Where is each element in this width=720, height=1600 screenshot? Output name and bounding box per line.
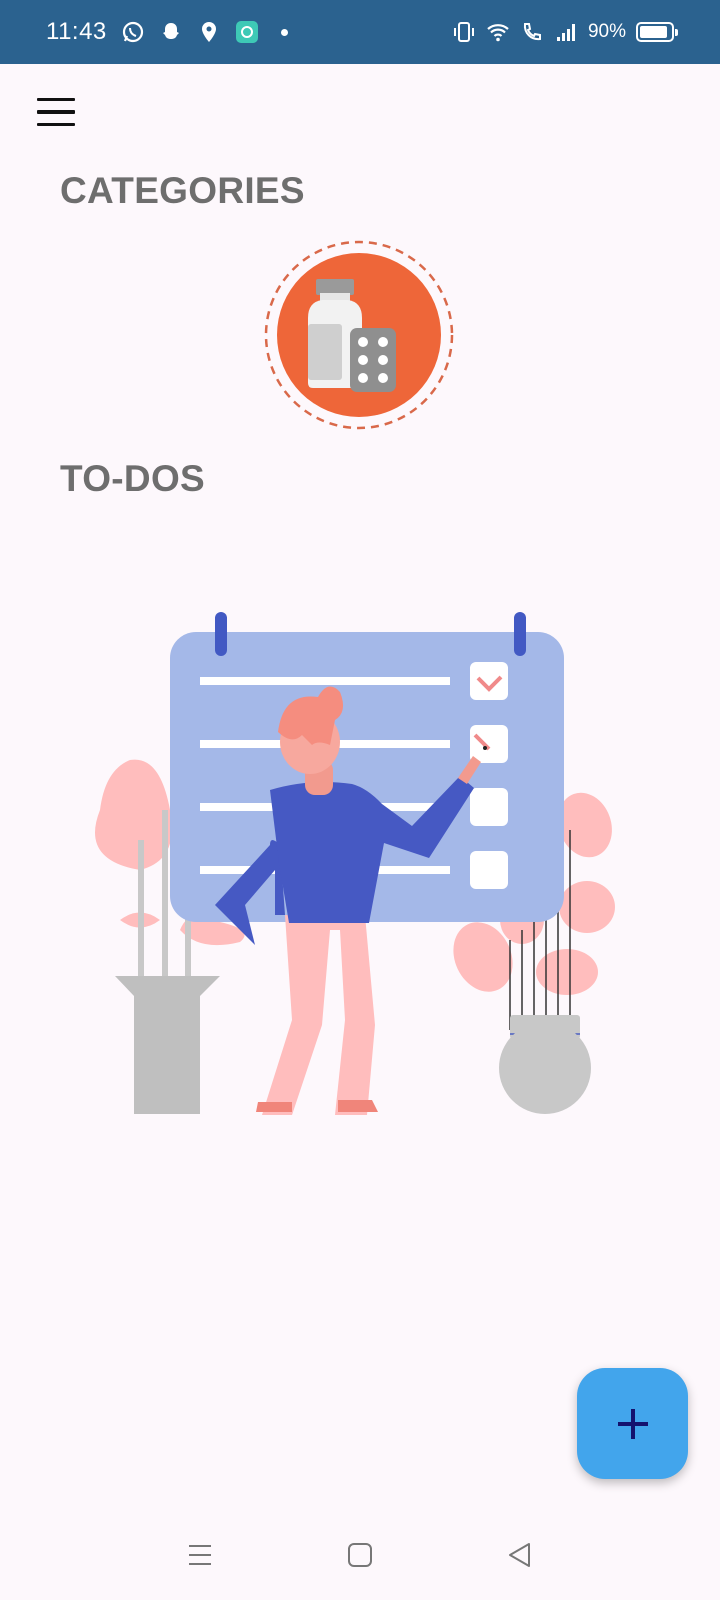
plus-icon <box>617 1408 648 1439</box>
recents-button[interactable] <box>180 1535 220 1575</box>
home-button[interactable] <box>340 1535 380 1575</box>
status-bar: 11:43 90% <box>0 0 720 64</box>
categories-title: CATEGORIES <box>60 170 305 211</box>
app-notification-icon <box>235 20 259 44</box>
category-medicine[interactable] <box>262 238 456 432</box>
more-notifications-dot <box>280 28 288 36</box>
system-nav-bar <box>0 1510 720 1600</box>
recents-icon <box>189 1545 211 1565</box>
hamburger-menu-icon[interactable] <box>30 90 82 134</box>
back-button[interactable] <box>500 1535 540 1575</box>
snapchat-icon <box>159 20 183 44</box>
battery-level <box>640 26 667 38</box>
wifi-icon <box>486 20 510 44</box>
menu-line <box>37 110 75 114</box>
menu-line <box>37 97 75 102</box>
add-fab-button[interactable] <box>577 1368 688 1479</box>
status-time: 11:43 <box>46 18 107 45</box>
battery-percent: 90% <box>587 21 626 42</box>
signal-icon <box>554 20 578 44</box>
todos-title: TO-DOS <box>60 458 206 499</box>
battery-icon <box>636 22 678 42</box>
vibrate-icon <box>452 20 476 44</box>
menu-line <box>37 122 75 127</box>
medicine-icon <box>264 240 454 430</box>
home-icon <box>348 1543 372 1567</box>
whatsapp-icon <box>121 20 145 44</box>
wifi-call-icon <box>520 20 544 44</box>
location-pin-icon <box>197 20 221 44</box>
back-icon <box>509 1543 530 1567</box>
todo-checklist-illustration <box>70 610 630 1140</box>
